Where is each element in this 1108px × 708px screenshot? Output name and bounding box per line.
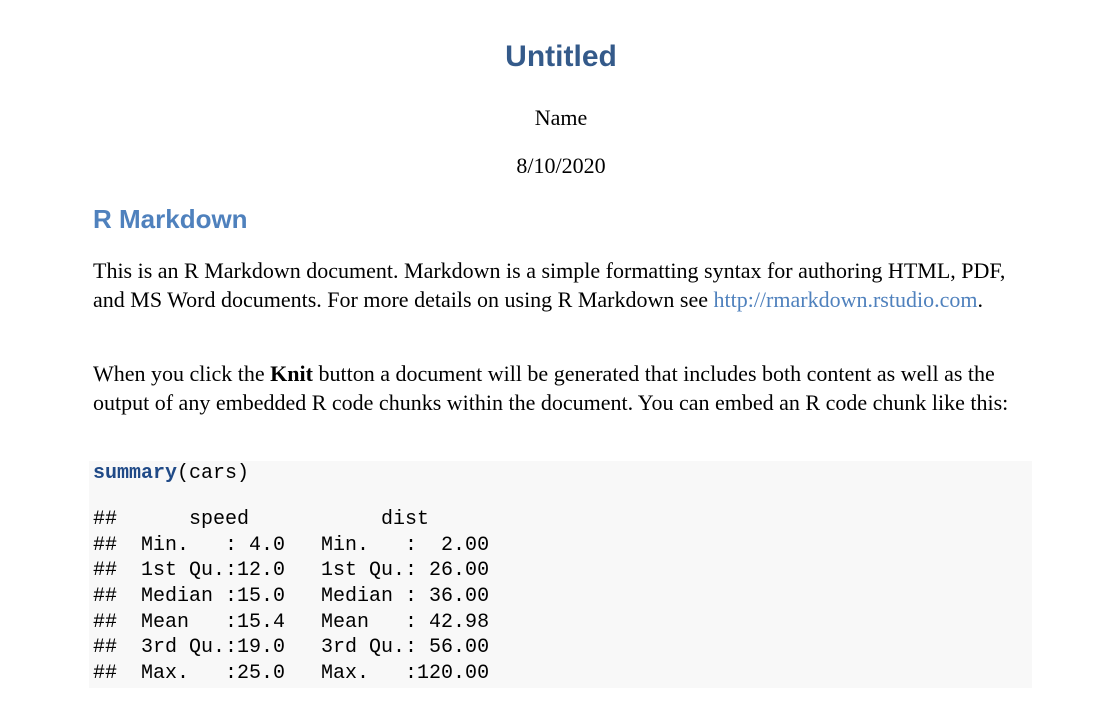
document-page: Untitled Name 8/10/2020 R Markdown This … [0, 0, 1108, 708]
document-author: Name [534, 105, 588, 130]
intro-text-end: . [977, 286, 983, 312]
code-output-line: ## Min. : 4.0 Min. : 2.00 [93, 534, 514, 557]
code-chunk: summary(cars) ## speed dist ## Min. : 4.… [89, 461, 1032, 688]
function-name: summary [93, 462, 178, 485]
code-output-line: ## 1st Qu.:12.0 1st Qu.: 26.00 [93, 559, 514, 582]
function-args: (cars) [177, 462, 250, 485]
intro-paragraph: This is an R Markdown document. Markdown… [93, 257, 1038, 314]
code-output-line: ## Mean :15.4 Mean : 42.98 [93, 611, 514, 634]
section-heading: R Markdown [93, 204, 248, 234]
knit-bold-text: Knit [270, 361, 313, 386]
document-title: Untitled [505, 40, 617, 73]
code-output-line: ## 3rd Qu.:19.0 3rd Qu.: 56.00 [93, 636, 514, 659]
code-output-line: ## Median :15.0 Median : 36.00 [93, 585, 514, 608]
code-output-line: ## Max. :25.0 Max. :120.00 [93, 662, 514, 685]
document-date: 8/10/2020 [516, 153, 606, 178]
rmarkdown-link[interactable]: http://rmarkdown.rstudio.com [713, 287, 977, 312]
knit-paragraph: When you click the Knit button a documen… [93, 360, 1038, 417]
code-input-line: summary(cars) [93, 461, 249, 487]
knit-text-start: When you click the [93, 361, 271, 386]
code-output-line: ## speed dist [93, 508, 514, 531]
